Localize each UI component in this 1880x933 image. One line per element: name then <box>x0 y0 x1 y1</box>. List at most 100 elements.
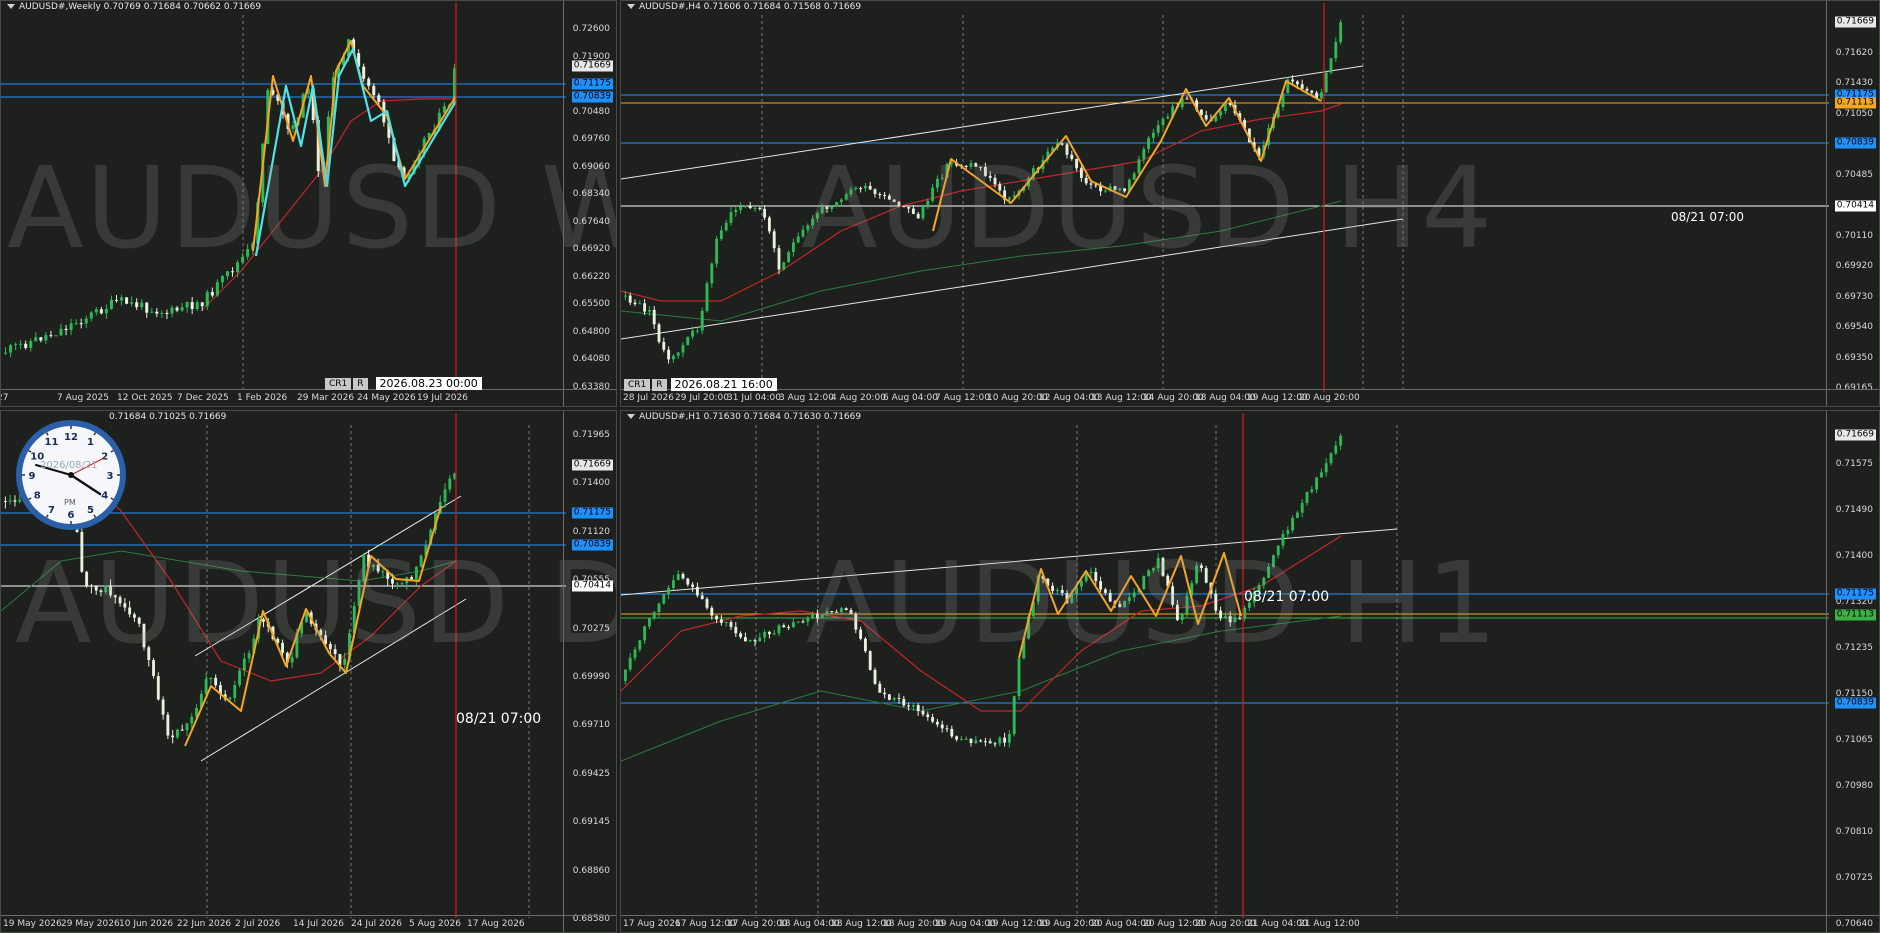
candle <box>676 574 680 581</box>
price-label: 0.71400 <box>1835 551 1873 561</box>
candle <box>161 699 165 715</box>
candle <box>84 318 88 324</box>
candle <box>710 607 714 616</box>
candle <box>59 328 63 336</box>
candle <box>724 622 728 624</box>
clock-numeral: 3 <box>107 471 114 482</box>
clock-ampm: PM <box>64 498 76 507</box>
candle <box>210 291 214 296</box>
price-label: 0.64800 <box>572 326 610 337</box>
price-label: 0.71235 <box>1835 643 1873 653</box>
candle <box>715 615 719 620</box>
cr1-button[interactable]: CR1 <box>325 377 352 390</box>
candle <box>681 574 685 579</box>
candle <box>165 312 169 314</box>
candle <box>633 302 637 305</box>
candle <box>657 324 661 342</box>
candle <box>743 206 747 208</box>
candle <box>993 743 997 745</box>
candle <box>1151 132 1155 138</box>
candle <box>724 222 728 231</box>
price-scale-h1[interactable]: 0.70640 0.70725 0.70810 0.70980 0.71065 0.711… <box>1826 411 1879 932</box>
time-label: 24 May 2026 <box>357 393 416 403</box>
candle <box>185 302 189 308</box>
price-label: 0.66220 <box>572 271 610 282</box>
price-scale-w1[interactable]: 0.63380 0.64080 0.64800 0.65500 0.66220 0.669… <box>563 1 616 406</box>
price-label: 0.70485 <box>1835 169 1873 180</box>
tag-blue2: 0.70839 <box>1834 137 1876 149</box>
tag-current: 0.71669 <box>1834 16 1876 28</box>
time-label: 7 Aug 2025 <box>57 393 109 403</box>
candle <box>777 625 781 634</box>
candle <box>185 723 189 731</box>
candle <box>3 501 7 502</box>
candle <box>652 612 656 618</box>
collapse-icon[interactable] <box>7 4 15 9</box>
candle <box>902 698 906 706</box>
clock-center <box>68 472 74 478</box>
candle <box>29 341 33 348</box>
candle <box>1166 116 1170 119</box>
candle <box>671 355 675 360</box>
collapse-icon[interactable] <box>627 4 635 9</box>
price-label: 0.64080 <box>572 354 610 365</box>
time-scale-w1[interactable]: 27 7 Aug 2025 12 Oct 2025 7 Dec 2025 1 Feb 2… <box>1 389 616 406</box>
candle <box>1339 22 1343 43</box>
price-scale-d1[interactable]: 0.68580 0.68860 0.69145 0.69425 0.69710 0.699… <box>563 411 616 932</box>
time-label: 29 May 2026 <box>61 919 120 929</box>
candle <box>628 657 632 670</box>
tag-white: 0.70414 <box>1834 200 1876 212</box>
candle <box>667 349 671 360</box>
candle <box>54 335 58 337</box>
price-label: 0.69920 <box>1835 261 1873 271</box>
time-info-h1: 08/21 07:00 <box>1244 589 1330 605</box>
cr1-button[interactable]: CR1 <box>624 378 651 391</box>
chart-canvas-h1[interactable] <box>621 411 1880 933</box>
candle <box>170 307 174 314</box>
candle <box>1319 472 1323 478</box>
time-label: 4 Aug 20:00 <box>831 393 886 403</box>
tag-current: 0.71669 <box>571 459 613 471</box>
time-scale-d1[interactable]: 19 May 2026 29 May 2026 10 Jun 2026 22 Jun … <box>1 915 616 932</box>
candle <box>979 740 983 742</box>
time-label: 17 Aug 2026 <box>467 919 525 929</box>
time-label: 5 Aug 2026 <box>409 919 461 929</box>
chart-window-w1[interactable]: AUDUSD#,Weekly 0.70769 0.71684 0.70662 0… <box>0 0 617 407</box>
candle <box>676 352 680 356</box>
candle <box>1319 92 1323 99</box>
candle <box>763 208 767 218</box>
toolbar-h4: CR1 R 2026.08.21 16:00 <box>624 378 777 391</box>
candle <box>892 697 896 700</box>
chart-window-h1[interactable]: AUDUSD#,H1 0.71630 0.71684 0.71630 0.716… <box>620 410 1880 933</box>
candle <box>209 677 213 680</box>
candle <box>623 669 627 681</box>
candle <box>1295 512 1299 518</box>
candle <box>959 739 963 741</box>
candle <box>916 705 920 712</box>
candle <box>1315 477 1319 490</box>
candle <box>443 489 447 502</box>
candle <box>743 637 747 642</box>
price-label: 0.70480 <box>572 106 610 117</box>
price-label: 0.71120 <box>572 526 610 537</box>
time-label: 29 Jul 20:00 <box>675 393 729 403</box>
candle <box>715 238 719 264</box>
candle <box>628 295 632 303</box>
candle <box>94 309 98 313</box>
price-scale-h4[interactable]: 0.69165 0.69350 0.69540 0.69730 0.69920 0.701… <box>1826 1 1879 406</box>
candle <box>782 625 786 628</box>
time-label: 7 Dec 2025 <box>177 393 229 403</box>
r-button[interactable]: R <box>652 378 667 391</box>
collapse-icon[interactable] <box>627 414 635 419</box>
time-scale-h1[interactable]: 17 Aug 2026 17 Aug 12:00 17 Aug 20:00 18 Au… <box>621 915 1879 932</box>
r-button[interactable]: R <box>353 377 368 390</box>
candle <box>1185 98 1189 100</box>
time-label: 28 Jul 2026 <box>623 393 674 403</box>
watermark-d1: AUDUSD D1 <box>15 539 616 669</box>
time-label: 24 Jul 2026 <box>351 919 402 929</box>
candle <box>1007 734 1011 743</box>
candle <box>1305 88 1309 91</box>
chart-window-h4[interactable]: AUDUSD#,H4 0.71606 0.71684 0.71568 0.716… <box>620 0 1880 407</box>
candle <box>710 263 714 284</box>
time-scale-h4[interactable]: 28 Jul 2026 29 Jul 20:00 31 Jul 04:00 3 Aug… <box>621 389 1879 406</box>
